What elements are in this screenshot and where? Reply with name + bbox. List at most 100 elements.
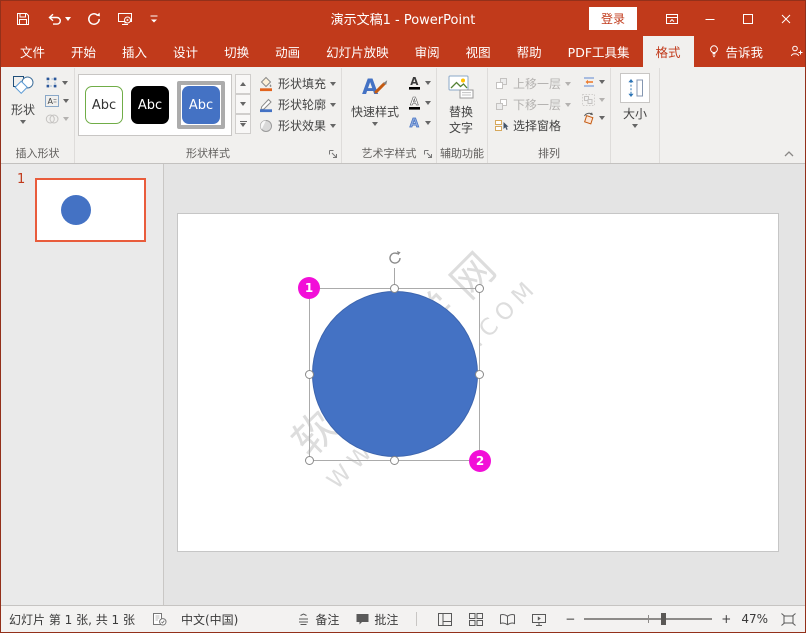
ribbon-display-options-button[interactable] <box>653 1 691 36</box>
resize-handle-top-right[interactable] <box>475 284 484 293</box>
selection-pane-button[interactable]: 选择窗格 <box>494 117 571 134</box>
undo-dropdown-arrow-icon[interactable] <box>65 17 71 21</box>
tab-format[interactable]: 格式 <box>643 36 694 67</box>
size-dropdown-arrow-icon <box>632 124 638 128</box>
shape-style-swatch-3[interactable]: Abc <box>182 86 220 124</box>
dropdown-arrow-icon <box>63 99 69 103</box>
slideshow-view-button[interactable] <box>531 612 547 627</box>
shape-effects-button[interactable]: 形状效果 <box>258 117 336 134</box>
collapse-ribbon-button[interactable] <box>783 150 795 158</box>
tab-view[interactable]: 视图 <box>453 36 504 67</box>
edit-shape-button[interactable] <box>42 75 71 90</box>
wordart-dialog-launcher[interactable] <box>423 149 433 159</box>
zoom-level[interactable]: 47% <box>741 612 768 626</box>
zoom-slider[interactable] <box>584 618 712 620</box>
normal-view-button[interactable] <box>437 612 453 627</box>
customize-qat-button[interactable] <box>149 13 159 25</box>
close-button[interactable] <box>767 1 805 36</box>
reading-view-button[interactable] <box>499 612 516 626</box>
quick-styles-button[interactable]: A 快速样式 <box>345 70 405 145</box>
resize-handle-middle-right[interactable] <box>475 370 484 379</box>
text-outline-button[interactable]: A <box>405 95 433 111</box>
tab-file[interactable]: 文件 <box>7 36 58 67</box>
slide-thumbnail-1[interactable] <box>35 178 146 242</box>
share-button[interactable]: 共享 <box>776 36 806 67</box>
tab-slideshow[interactable]: 幻灯片放映 <box>313 36 402 67</box>
group-objects-button[interactable] <box>579 93 607 107</box>
shape-styles-dialog-launcher[interactable] <box>328 149 338 159</box>
text-box-button[interactable]: A <box>42 94 71 108</box>
comments-button[interactable]: 批注 <box>355 611 398 628</box>
slideshow-view-icon <box>531 612 547 627</box>
text-fill-button[interactable]: A <box>405 75 433 91</box>
rotation-handle[interactable] <box>386 249 404 267</box>
shape-style-swatch-1[interactable]: Abc <box>85 86 123 124</box>
language-indicator[interactable]: 中文(中国) <box>181 611 238 628</box>
statusbar-right: − + 47% <box>400 612 797 627</box>
up-arrow-icon <box>240 82 246 86</box>
save-icon <box>15 11 31 27</box>
tab-animations[interactable]: 动画 <box>262 36 313 67</box>
tell-me-button[interactable]: 告诉我 <box>694 36 777 67</box>
maximize-button[interactable] <box>729 1 767 36</box>
save-button[interactable] <box>15 11 31 27</box>
minimize-button[interactable] <box>691 1 729 36</box>
fit-to-window-button[interactable] <box>780 612 797 627</box>
slide-sorter-view-button[interactable] <box>468 612 484 627</box>
shape-outline-icon <box>258 97 274 113</box>
align-button[interactable] <box>579 75 607 89</box>
send-backward-button[interactable]: 下移一层 <box>494 96 571 113</box>
repeat-button[interactable] <box>86 11 102 27</box>
tab-help[interactable]: 帮助 <box>504 36 555 67</box>
gallery-more-button[interactable] <box>235 114 251 134</box>
resize-handle-middle-left[interactable] <box>305 370 314 379</box>
slide-sorter-icon <box>468 612 484 627</box>
group-label-wordart: 艺术字样式 <box>345 145 433 163</box>
undo-button[interactable] <box>46 11 71 27</box>
shape-style-gallery: Abc Abc Abc <box>78 70 251 145</box>
shape-fill-button[interactable]: 形状填充 <box>258 75 336 92</box>
svg-text:A: A <box>410 116 420 130</box>
group-objects-icon <box>581 93 596 107</box>
zoom-in-button[interactable]: + <box>721 612 731 626</box>
accessibility-check-button[interactable] <box>151 612 167 627</box>
tab-design[interactable]: 设计 <box>160 36 211 67</box>
share-person-icon <box>789 44 804 59</box>
sign-in-button[interactable]: 登录 <box>589 7 637 30</box>
svg-text:A: A <box>410 76 419 88</box>
dropdown-arrow-icon <box>599 80 605 84</box>
zoom-slider-thumb[interactable] <box>661 613 666 625</box>
start-slideshow-button[interactable] <box>117 11 134 27</box>
status-bar: 幻灯片 第 1 张, 共 1 张 中文(中国) 备注 批注 <box>1 605 805 632</box>
shape-outline-button[interactable]: 形状轮廓 <box>258 96 336 113</box>
alt-text-icon <box>446 73 476 101</box>
svg-text:A: A <box>362 75 379 99</box>
dialog-launcher-icon <box>328 149 338 159</box>
resize-handle-bottom-middle[interactable] <box>390 456 399 465</box>
gallery-scroll-up-button[interactable] <box>235 74 251 94</box>
shapes-icon <box>10 73 36 99</box>
arrange-menu: 上移一层 下移一层 选择窗格 <box>491 70 573 145</box>
notes-button[interactable]: 备注 <box>296 611 339 628</box>
bring-forward-button[interactable]: 上移一层 <box>494 75 571 92</box>
slide-canvas[interactable]: 软件自学网 WWW.RJZXW.COM <box>177 213 779 552</box>
tab-pdf-tools[interactable]: PDF工具集 <box>555 36 643 67</box>
dropdown-arrow-icon <box>425 81 431 85</box>
shape-style-swatch-2[interactable]: Abc <box>131 86 169 124</box>
gallery-scroll-down-button[interactable] <box>235 94 251 114</box>
shapes-button[interactable]: 形状 <box>4 70 42 145</box>
text-effects-button[interactable]: A <box>405 115 433 131</box>
resize-handle-bottom-left[interactable] <box>305 456 314 465</box>
tab-home[interactable]: 开始 <box>58 36 109 67</box>
rotate-objects-button[interactable] <box>579 111 607 125</box>
size-button[interactable]: 大小 <box>614 70 656 145</box>
slide-editing-area: 软件自学网 WWW.RJZXW.COM <box>164 164 805 605</box>
resize-handle-top-middle[interactable] <box>390 284 399 293</box>
merge-shapes-button[interactable] <box>42 112 71 126</box>
zoom-out-button[interactable]: − <box>565 612 575 626</box>
tab-insert[interactable]: 插入 <box>109 36 160 67</box>
alt-text-button[interactable]: 替换 文字 <box>440 70 482 145</box>
shape-style-swatch-3-selected[interactable]: Abc <box>177 81 225 129</box>
tab-review[interactable]: 审阅 <box>402 36 453 67</box>
tab-transitions[interactable]: 切换 <box>211 36 262 67</box>
